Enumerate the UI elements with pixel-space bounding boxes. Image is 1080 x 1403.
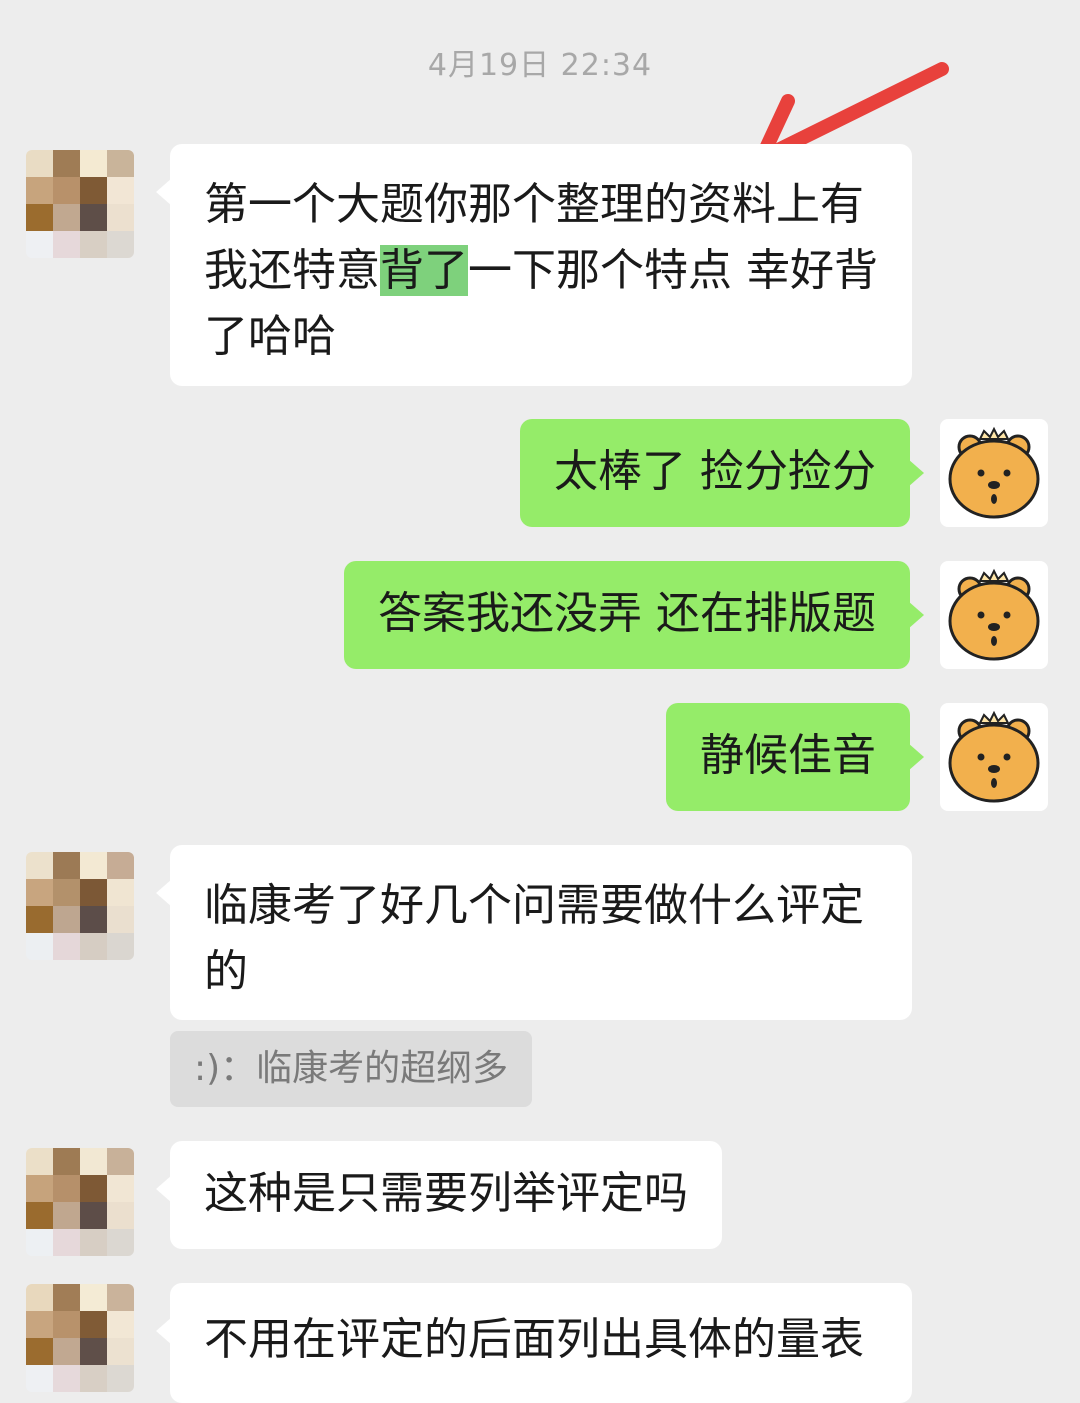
- contact-avatar[interactable]: [26, 150, 134, 258]
- highlighted-text: 背了: [380, 245, 468, 296]
- contact-avatar[interactable]: [26, 852, 134, 960]
- bear-avatar-icon: [948, 568, 1040, 661]
- message-text: 这种是只需要列举评定吗: [204, 1168, 688, 1219]
- message-text: 答案我还没弄 还在排版题: [378, 588, 876, 639]
- sent-message-bubble[interactable]: 太棒了 捡分捡分: [520, 419, 924, 527]
- contact-avatar[interactable]: [26, 1148, 134, 1256]
- contact-avatar[interactable]: [26, 1284, 134, 1392]
- received-message-bubble[interactable]: 不用在评定的后面列出具体的量表: [156, 1283, 912, 1403]
- message-text: 不用在评定的后面列出具体的量表: [204, 1314, 864, 1365]
- sent-message-bubble[interactable]: 答案我还没弄 还在排版题: [344, 561, 924, 669]
- quoted-reply[interactable]: :)：临康考的超纲多: [170, 1031, 533, 1107]
- self-avatar[interactable]: [940, 703, 1048, 811]
- message-text: 临康考了好几个问需要做什么评定的: [204, 880, 864, 997]
- received-message-bubble[interactable]: 临康考了好几个问需要做什么评定的: [156, 845, 912, 1020]
- message-text: 静候佳音: [700, 730, 876, 781]
- sent-message-bubble[interactable]: 静候佳音: [666, 703, 924, 811]
- received-message-bubble[interactable]: 第一个大题你那个整理的资料上有 我还特意背了一下那个特点 幸好背了哈哈: [156, 144, 912, 386]
- message-text: 太棒了 捡分捡分: [554, 446, 876, 497]
- self-avatar[interactable]: [940, 561, 1048, 669]
- bear-avatar-icon: [948, 426, 1040, 519]
- received-message-bubble[interactable]: 这种是只需要列举评定吗: [156, 1141, 722, 1249]
- self-avatar[interactable]: [940, 419, 1048, 527]
- bear-avatar-icon: [948, 710, 1040, 803]
